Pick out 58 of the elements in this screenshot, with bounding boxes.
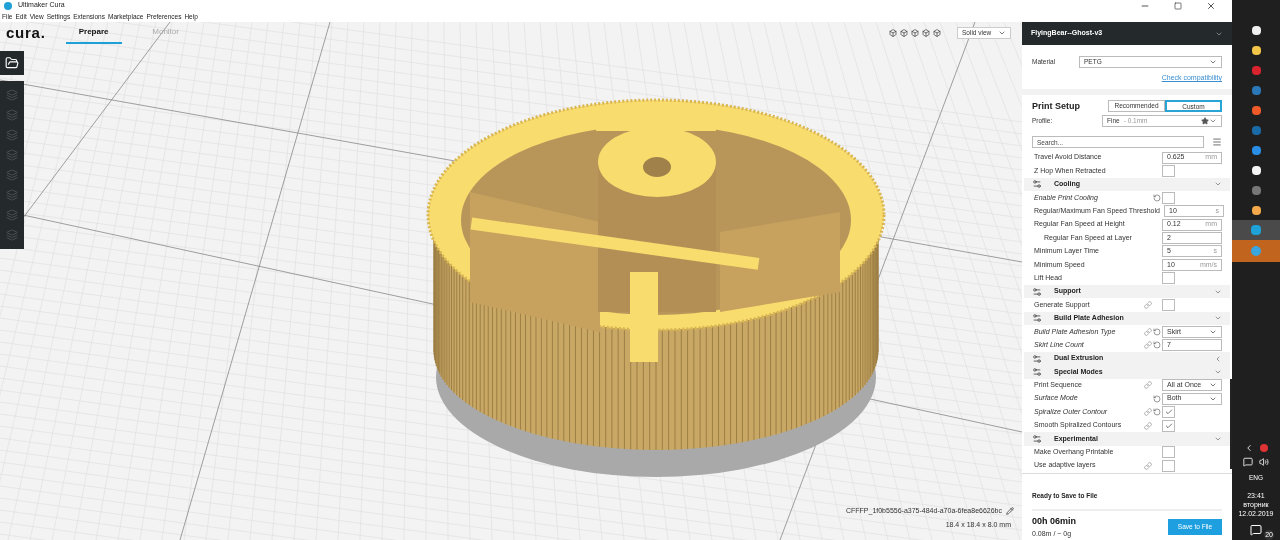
tool-icon[interactable] [6, 189, 18, 201]
tool-icon[interactable] [6, 89, 18, 101]
chevron-down-icon [1209, 117, 1217, 125]
reset-icon[interactable] [1153, 394, 1161, 403]
tool-icon[interactable] [6, 169, 18, 181]
chevron-down-icon [998, 29, 1006, 37]
reset-icon[interactable] [1153, 408, 1161, 417]
taskbar-app-active[interactable] [1232, 220, 1280, 240]
tool-icon[interactable] [6, 109, 18, 121]
print-time: 00h 06min [1032, 515, 1078, 528]
setting-checkbox[interactable] [1162, 299, 1175, 311]
maximize-button[interactable] [1174, 1, 1182, 10]
setting-checkbox[interactable] [1162, 419, 1175, 432]
app-icon [4, 1, 12, 10]
reset-icon[interactable] [1153, 341, 1161, 350]
setting-checkbox[interactable] [1162, 272, 1175, 285]
reset-icon[interactable] [1153, 327, 1161, 336]
category-icon [1032, 286, 1042, 297]
category-icon [1032, 353, 1042, 364]
tool-icon[interactable] [6, 229, 18, 241]
setting-checkbox[interactable] [1162, 406, 1175, 419]
taskbar-app-icon[interactable] [1251, 166, 1261, 175]
star-icon [1201, 117, 1209, 125]
chevron-down-icon [1209, 58, 1217, 66]
category-icon [1032, 366, 1042, 377]
settings-menu-icon[interactable] [1212, 137, 1222, 147]
category-icon [1032, 433, 1042, 444]
camera-view-icon[interactable] [933, 29, 941, 37]
reset-icon[interactable] [1153, 193, 1161, 202]
print-setup-title: Print Setup [1032, 99, 1081, 113]
open-file-button[interactable] [0, 51, 24, 75]
setting-checkbox[interactable] [1162, 446, 1175, 459]
category-icon [1032, 179, 1042, 190]
camera-view-icon[interactable] [911, 29, 919, 37]
notifications-icon[interactable] [1250, 524, 1262, 536]
setting-checkbox[interactable] [1162, 459, 1175, 472]
volume-icon[interactable] [1259, 457, 1269, 468]
camera-view-icon[interactable] [922, 29, 930, 37]
taskbar-app-icon[interactable] [1251, 26, 1261, 35]
camera-view-icon[interactable] [900, 29, 908, 37]
scrollbar[interactable] [1230, 379, 1232, 469]
tray-app-icon[interactable] [1260, 444, 1268, 453]
header-tab[interactable]: Prepare [65, 22, 122, 44]
setting-checkbox[interactable] [1162, 165, 1175, 178]
taskbar-app-highlighted[interactable] [1232, 240, 1280, 262]
camera-view-icon[interactable] [889, 29, 897, 37]
tool-icon[interactable] [6, 209, 18, 221]
folder-icon [5, 56, 19, 70]
tool-icon[interactable] [6, 129, 18, 141]
show-hidden-icons-button[interactable] [1244, 443, 1254, 454]
tool-icon[interactable] [6, 149, 18, 161]
close-button[interactable] [1206, 0, 1216, 11]
taskbar-app-icon[interactable] [1251, 46, 1261, 55]
setting-checkbox[interactable] [1162, 191, 1175, 204]
category-icon [1032, 313, 1042, 324]
cura-logo: cura. [6, 22, 46, 43]
taskbar-app-icon[interactable] [1251, 206, 1261, 215]
edit-icon[interactable] [1006, 507, 1014, 516]
